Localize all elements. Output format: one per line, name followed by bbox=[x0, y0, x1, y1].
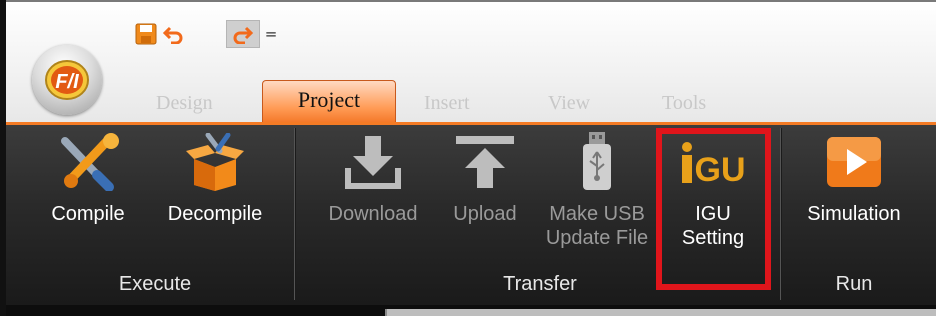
decompile-button[interactable]: Decompile bbox=[152, 128, 278, 268]
tab-view[interactable]: View bbox=[548, 82, 590, 124]
group-label-execute: Execute bbox=[118, 273, 192, 295]
make-usb-update-file-button[interactable]: Make USB Update File bbox=[540, 128, 654, 268]
simulation-label: Simulation bbox=[807, 203, 901, 225]
compile-label: Compile bbox=[51, 203, 125, 225]
compile-wrench-screwdriver-icon bbox=[53, 132, 123, 192]
document-tab-strip bbox=[385, 309, 936, 316]
compile-button[interactable]: Compile bbox=[30, 128, 146, 268]
decompile-label: Decompile bbox=[167, 203, 263, 225]
group-separator bbox=[780, 128, 782, 300]
usb-drive-icon bbox=[562, 132, 632, 192]
tab-design[interactable]: Design bbox=[156, 82, 213, 124]
make-usb-label-line2: Update File bbox=[545, 227, 649, 249]
simulation-button[interactable]: Simulation bbox=[786, 128, 922, 268]
tab-project[interactable]: Project bbox=[262, 80, 396, 127]
upload-arrow-icon bbox=[450, 132, 520, 192]
redo-icon[interactable] bbox=[226, 20, 260, 48]
save-icon[interactable] bbox=[132, 20, 160, 48]
title-bar bbox=[6, 0, 936, 126]
tab-tools[interactable]: Tools bbox=[662, 82, 706, 124]
decompile-box-icon bbox=[180, 132, 250, 192]
group-label-run: Run bbox=[835, 273, 873, 295]
group-separator bbox=[294, 128, 296, 300]
make-usb-label-line1: Make USB bbox=[549, 203, 645, 225]
highlight-box bbox=[656, 128, 771, 290]
upload-button[interactable]: Upload bbox=[436, 128, 534, 268]
upload-label: Upload bbox=[453, 203, 517, 225]
svg-text:F/I: F/I bbox=[55, 71, 79, 93]
play-icon bbox=[819, 132, 889, 192]
undo-icon[interactable] bbox=[160, 20, 186, 48]
download-label: Download bbox=[328, 203, 418, 225]
tab-insert[interactable]: Insert bbox=[424, 82, 470, 124]
download-arrow-icon bbox=[338, 132, 408, 192]
download-button[interactable]: Download bbox=[312, 128, 434, 268]
customize-toolbar-icon[interactable]: = bbox=[262, 20, 280, 48]
make-usb-update-file-label: Make USB Update File bbox=[540, 202, 654, 250]
app-window: F/I = Design Project Insert View Tools C… bbox=[0, 0, 936, 316]
fatek-logo-icon: F/I bbox=[44, 58, 90, 106]
